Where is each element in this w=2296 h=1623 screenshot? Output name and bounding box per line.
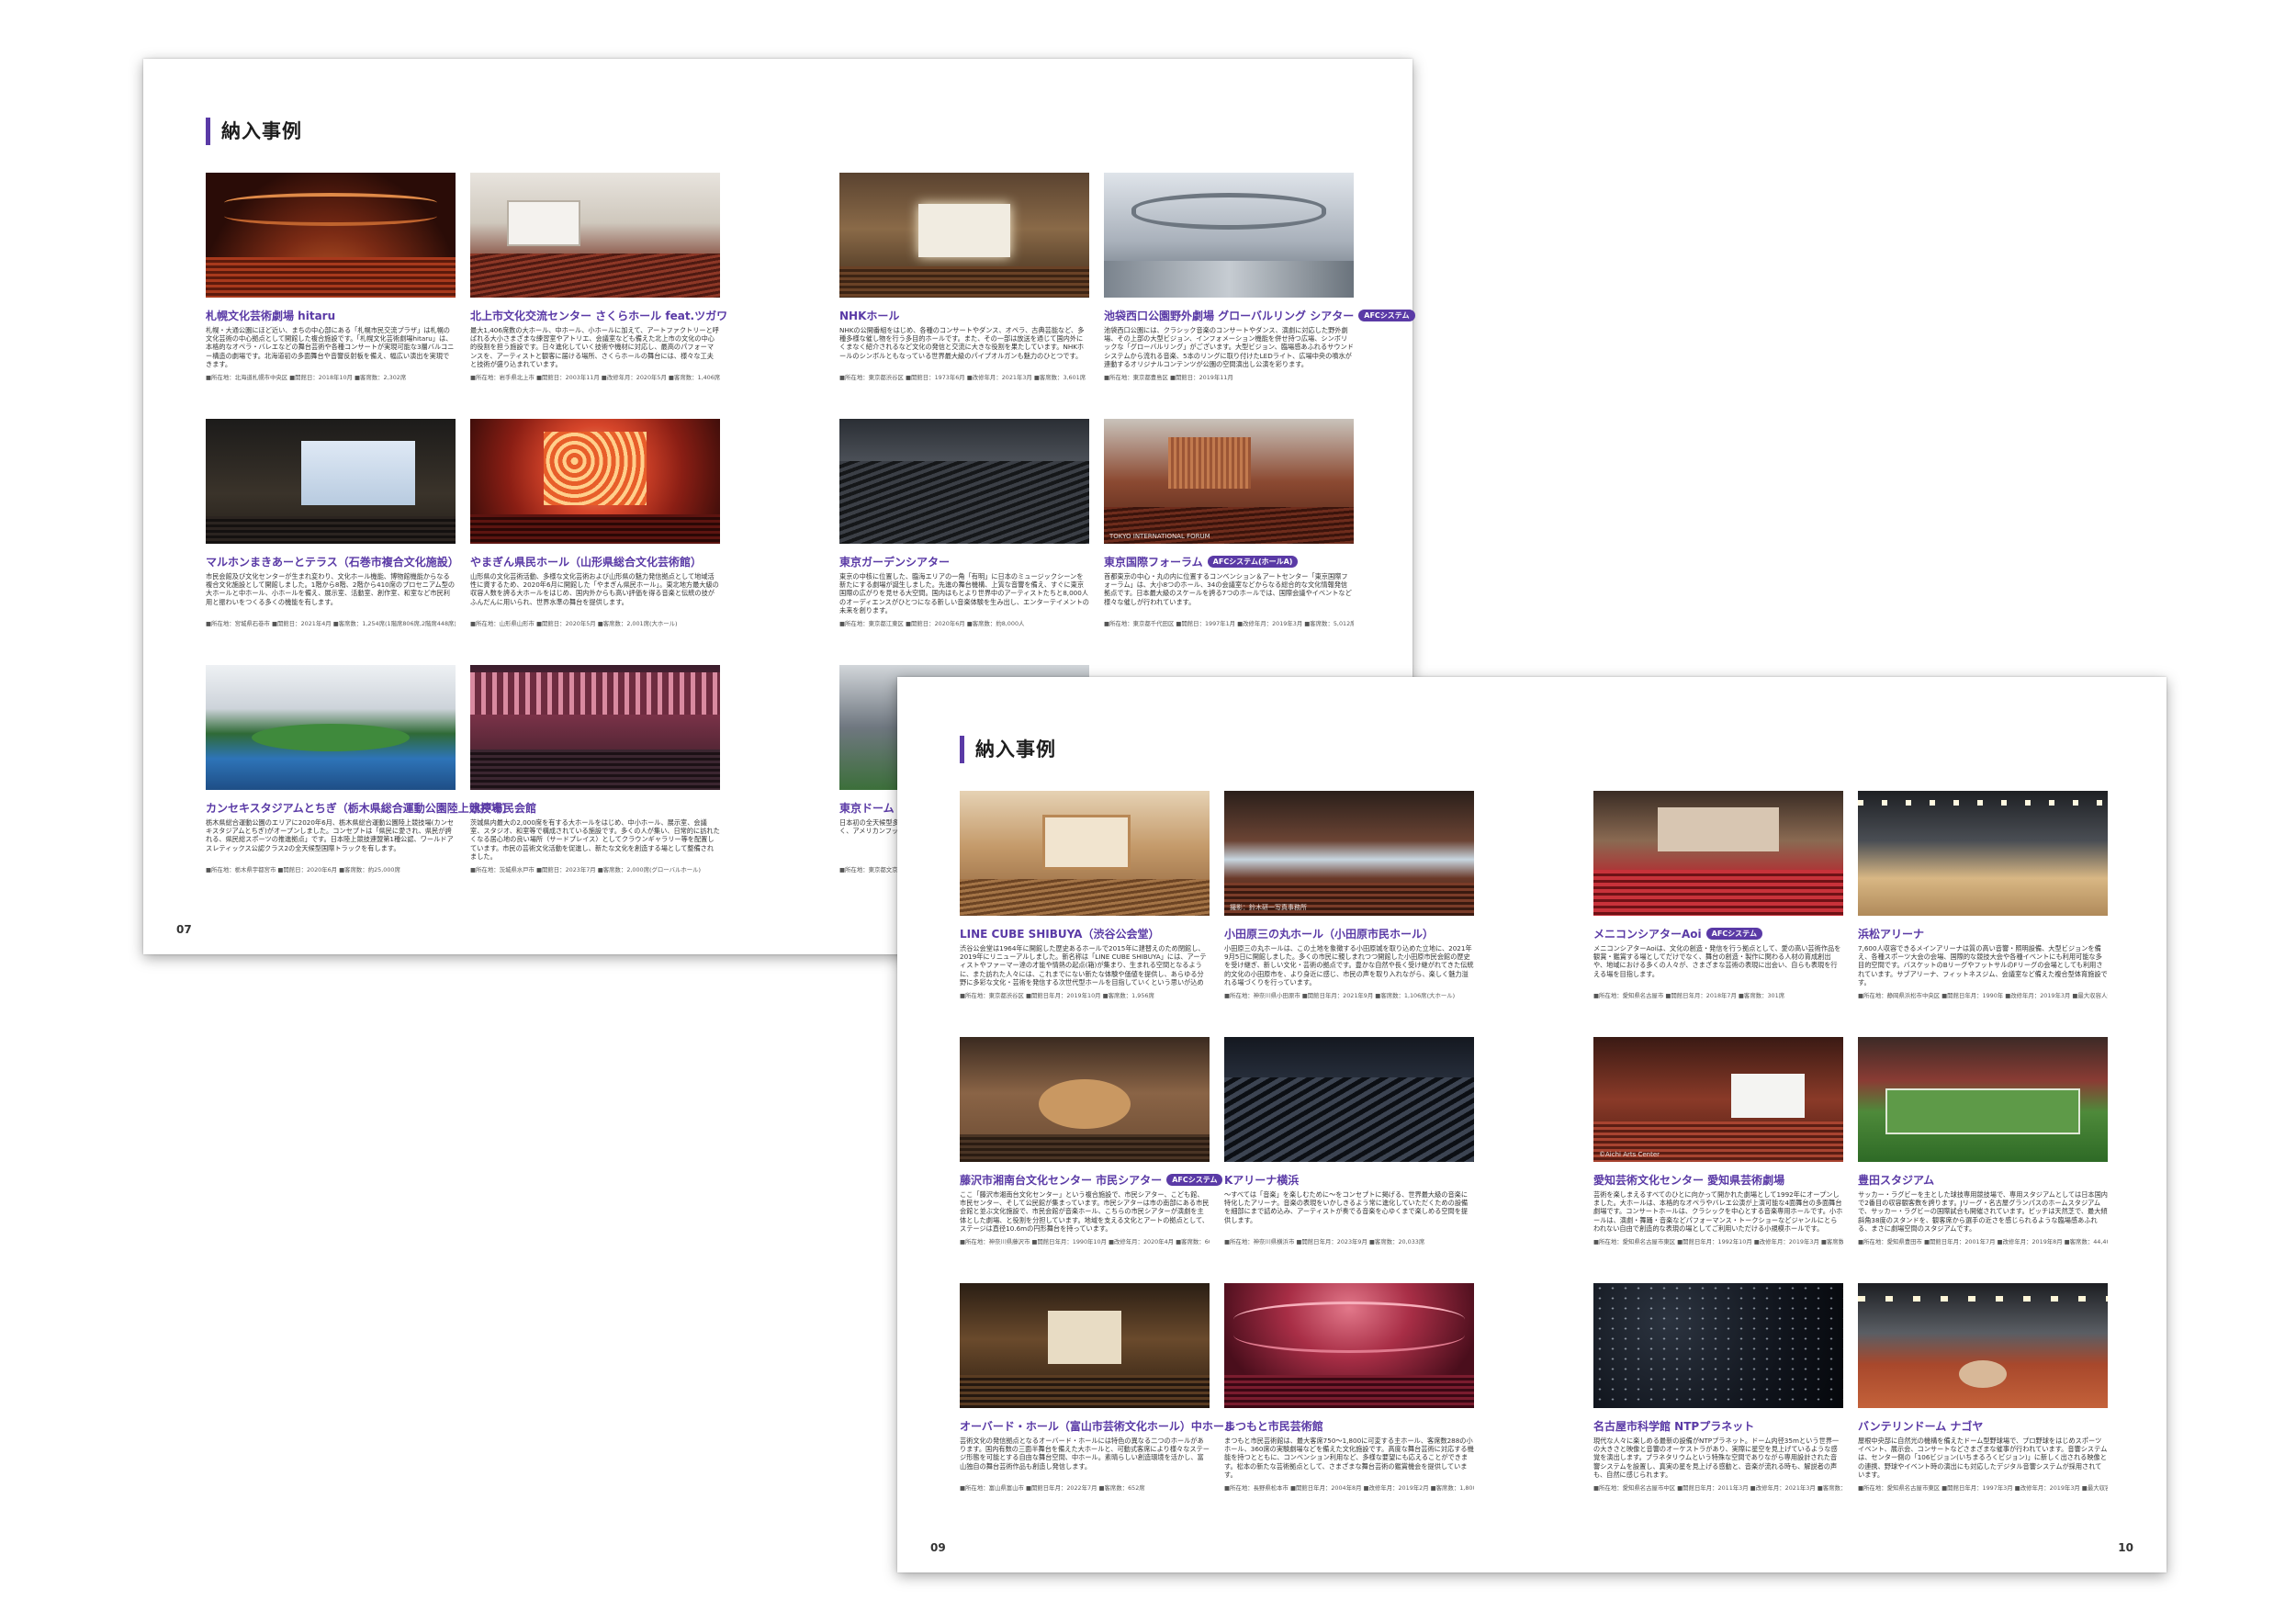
section-heading: 納入事例: [206, 118, 302, 145]
venue-photo: [1858, 1283, 2108, 1408]
section-heading: 納入事例: [960, 736, 1056, 763]
venue-title: カンセキスタジアムとちぎ（栃木県総合運動公園陸上競技場）: [206, 802, 513, 815]
venue-photo: [1593, 1283, 1843, 1408]
venue-meta: ■所在地：岩手県北上市 ■開館日：2003年11月 ■改修年月：2020年5月 …: [470, 374, 720, 381]
page-number: 07: [176, 923, 192, 936]
venue-description: メニコンシアターAoiは、文化の創造・発信を行う拠点として、愛の高い芸術作品を観…: [1593, 944, 1841, 978]
venue-description: 栃木県総合運動公園のエリアに2020年6月、栃木県総合運動公園陸上競技場(カンセ…: [206, 818, 455, 852]
venue-description: NHKの公開番組をはじめ、各種のコンサートやダンス、オペラ、古典芸能など、多種多…: [839, 326, 1085, 360]
venue-meta: ■所在地：東京都豊島区 ■開館日：2019年11月: [1104, 374, 1233, 381]
venue-meta: ■所在地：東京都渋谷区 ■開館日：1973年6月 ■改修年月：2021年3月 ■…: [839, 374, 1086, 381]
venue-description: 芸術文化の発信拠点となるオーバード・ホールには特色の異なる二つのホールがあります…: [960, 1437, 1210, 1471]
brochure-spread-front: 納入事例 LINE CUBE SHIBUYA（渋谷公会堂） 渋谷公会堂は1964…: [897, 677, 2167, 1572]
venue-photo: [960, 1283, 1210, 1408]
venue-title: Kアリーナ横浜: [1224, 1174, 1300, 1187]
venue-meta: ■所在地：愛知県名古屋市 ■開館日年月：2018年7月 ■客席数：301席: [1593, 992, 1785, 999]
afc-system-badge: AFCシステム: [1705, 928, 1762, 940]
page-number-right: 10: [2118, 1541, 2133, 1554]
venue-description: 〜すべては「音楽」を楽しむために〜をコンセプトに掲げる、世界最大級の音楽に特化し…: [1224, 1190, 1469, 1224]
venue-title: マルホンまきあーとテラス（石巻市複合文化施設）: [206, 556, 459, 569]
venue-photo: 撮影：鈴木研一写真事務所: [1224, 791, 1474, 916]
venue-meta: ■所在地：東京都渋谷区 ■開館日年月：2019年10月 ■客席数：1,956席: [960, 992, 1154, 999]
venue-photo: [470, 665, 720, 790]
afc-system-badge: AFCシステム: [1358, 310, 1415, 321]
venue-title: 東京ドーム: [839, 802, 895, 815]
venue-meta: ■所在地：北海道札幌市中央区 ■開館日：2018年10月 ■客席数：2,302席: [206, 374, 407, 381]
venue-description: 市民会館及び文化センターが生まれ変わり、文化ホール機能、博物館機能からなる複合文…: [206, 572, 456, 606]
venue-description: サッカー・ラグビーを主とした球技専用競技場で、専用スタジアムとしては日本国内で2…: [1858, 1190, 2108, 1233]
venue-photo: [470, 173, 720, 298]
venue-meta: ■所在地：神奈川県藤沢市 ■開館日年月：1990年10月 ■改修年月：2020年…: [960, 1238, 1210, 1245]
venue-title: 北上市文化交流センター さくらホール feat.ツガワ: [470, 310, 728, 322]
venue-photo: [1104, 173, 1354, 298]
venue-title: 小田原三の丸ホール（小田原市民ホール）: [1224, 928, 1435, 941]
venue-description: 茨城県内最大の2,000席を有する大ホールをはじめ、中小ホール、展示室、会議室、…: [470, 818, 720, 861]
venue-description: 札幌・大通公園にほど近い、まちの中心部にある「札幌市民交流プラザ」は札幌の文化芸…: [206, 326, 455, 368]
venue-title: 池袋西口公園野外劇場 グローバルリング シアター: [1104, 310, 1355, 322]
venue-description: 池袋西口公園には、クラシック音楽のコンサートやダンス、演劇に対応した野外劇場、そ…: [1104, 326, 1354, 368]
venue-title: 札幌文化芸術劇場 hitaru: [206, 310, 336, 322]
venue-meta: ■所在地：愛知県名古屋市東区 ■開館日年月：1997年3月 ■改修年月：2019…: [1858, 1484, 2108, 1492]
venue-title: LINE CUBE SHIBUYA（渋谷公会堂）: [960, 928, 1160, 941]
venue-description: 山形県の文化芸術活動、多様な文化芸術および山形県の魅力発信拠点として地域活性に資…: [470, 572, 719, 606]
venue-title: 浜松アリーナ: [1858, 928, 1925, 941]
venue-description: 小田原三の丸ホールは、この土地を象徴する小田原城を取り込めた立地に、2021年9…: [1224, 944, 1474, 986]
venue-meta: ■所在地：山形県山形市 ■開館日：2020年5月 ■客席数：2,001席(大ホー…: [470, 620, 678, 627]
venue-photo: [1858, 1037, 2108, 1162]
venue-photo: [206, 665, 456, 790]
venue-meta: ■所在地：栃木県宇都宮市 ■開館日：2020年6月 ■客席数：約25,000席: [206, 866, 400, 873]
venue-description: 東京の中核に位置した、臨海エリアの一角「有明」に日本のミュージックシーンを新たに…: [839, 572, 1089, 614]
venue-description: 渋谷公会堂は1964年に開館した歴史あるホールで2015年に建替えのため閉館し、…: [960, 944, 1207, 986]
venue-description: まつもと市民芸術館は、最大客席750〜1,800に可変する主ホール、客席数288…: [1224, 1437, 1474, 1479]
venue-title: バンテリンドーム ナゴヤ: [1858, 1420, 1984, 1433]
venue-description: 7,600人収容できるメインアリーナは質の高い音響・照明設備、大型ビジョンを備え…: [1858, 944, 2108, 986]
afc-system-badge: AFCシステム: [1166, 1174, 1223, 1186]
venue-title: オーバード・ホール（富山市芸術文化ホール）中ホール: [960, 1420, 1235, 1433]
venue-photo: [1858, 791, 2108, 916]
venue-title: 豊田スタジアム: [1858, 1174, 1935, 1187]
venue-photo: [206, 173, 456, 298]
afc-system-badge: AFCシステム(ホールA): [1207, 556, 1299, 568]
venue-meta: ■所在地：神奈川県横浜市 ■開館日年月：2023年9月 ■客席数：20,033席: [1224, 1238, 1425, 1245]
venue-meta: ■所在地：富山県富山市 ■開館日年月：2022年7月 ■客席数：652席: [960, 1484, 1145, 1492]
venue-title: 名古屋市科学館 NTPプラネット: [1593, 1420, 1755, 1433]
venue-title: 藤沢市湘南台文化センター 市民シアター: [960, 1174, 1163, 1187]
venue-title: 東京国際フォーラム: [1104, 556, 1203, 569]
venue-description: ここ「藤沢市湘南台文化センター」という複合施設で、市民シアター、こども館、市民セ…: [960, 1190, 1210, 1233]
venue-photo: [839, 173, 1089, 298]
venue-title: 東京ガーデンシアター: [839, 556, 951, 569]
venue-photo: [960, 1037, 1210, 1162]
venue-title: NHKホール: [839, 310, 900, 322]
venue-meta: ■所在地：愛知県名古屋市中区 ■開館日年月：2011年3月 ■改修年月：2021…: [1593, 1484, 1843, 1492]
venue-meta: ■所在地：静岡県浜松市中央区 ■開館日年月：1990年 ■改修年月：2019年3…: [1858, 992, 2108, 999]
venue-meta: ■所在地：愛知県豊田市 ■開館日年月：2001年7月 ■改修年月：2019年8月…: [1858, 1238, 2108, 1245]
venue-meta: ■所在地：愛知県名古屋市東区 ■開館日年月：1992年10月 ■改修年月：201…: [1593, 1238, 1843, 1245]
venue-description: 首都東京の中心・丸の内に位置するコンベンション＆アートセンター「東京国際フォーラ…: [1104, 572, 1352, 606]
venue-meta: ■所在地：東京都千代田区 ■開館日：1997年1月 ■改修年月：2019年3月 …: [1104, 620, 1354, 627]
venue-photo: [839, 419, 1089, 544]
venue-title: 水戸市民会館: [470, 802, 537, 815]
venue-description: 最大1,406席数の大ホール、中ホール、小ホールに加えて、アートファクトリーと呼…: [470, 326, 719, 368]
venue-description: 現代な人々に楽しめる最新の設備がNTPプラネット。ドーム内径35mという世界一の…: [1593, 1437, 1840, 1479]
venue-title: やまぎん県民ホール（山形県総合文化芸術館）: [470, 556, 703, 569]
venue-description: 芸術を楽しまえるすべてのひとに向かって開かれた劇場として1992年にオープンしま…: [1593, 1190, 1843, 1233]
venue-meta: ■所在地：長野県松本市 ■開館日年月：2004年8月 ■改修年月：2019年2月…: [1224, 1484, 1474, 1492]
venue-title: 愛知芸術文化センター 愛知県芸術劇場: [1593, 1174, 1785, 1187]
venue-photo: [960, 791, 1210, 916]
venue-meta: ■所在地：神奈川県小田原市 ■開館日年月：2021年9月 ■客席数：1,106席…: [1224, 992, 1456, 999]
venue-photo: [1593, 791, 1843, 916]
venue-photo: ©Aichi Arts Center: [1593, 1037, 1843, 1162]
venue-meta: ■所在地：茨城県水戸市 ■開館日：2023年7月 ■客席数：2,000席(グロー…: [470, 866, 702, 873]
venue-photo: TOKYO INTERNATIONAL FORUM: [1104, 419, 1354, 544]
venue-photo: [1224, 1283, 1474, 1408]
venue-title: まつもと市民芸術館: [1224, 1420, 1323, 1433]
venue-photo: [206, 419, 456, 544]
venue-photo: [1224, 1037, 1474, 1162]
venue-meta: ■所在地：宮城県石巻市 ■開館日：2021年4月 ■客席数：1,254席(1階席…: [206, 620, 456, 627]
venue-description: 屋根中央部に自然光の機構を備えたドーム型野球場で、プロ野球をはじめスポーツイベン…: [1858, 1437, 2108, 1479]
venue-title: メニコンシアターAoi: [1593, 928, 1702, 941]
venue-photo: [470, 419, 720, 544]
venue-meta: ■所在地：東京都江東区 ■開館日：2020年6月 ■客席数：約8,000人: [839, 620, 1025, 627]
page-number-left: 09: [930, 1541, 946, 1554]
